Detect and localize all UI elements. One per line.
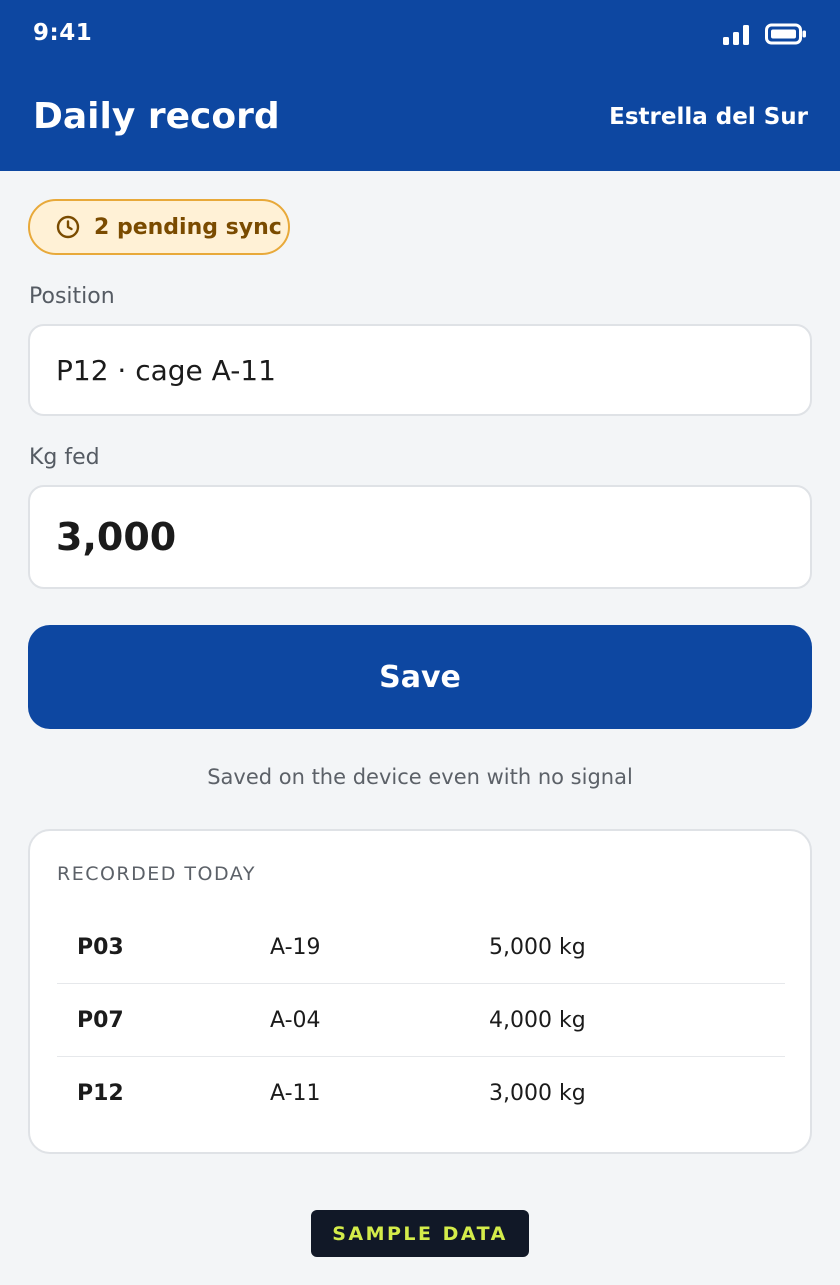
table-row[interactable]: P12 A-11 3,000 kg <box>57 1057 785 1130</box>
table-row[interactable]: P07 A-04 4,000 kg <box>57 984 785 1057</box>
position-field[interactable]: P12 · cage A-11 <box>28 324 812 416</box>
pending-sync-label: 2 pending sync <box>94 214 282 240</box>
row-cage: A-04 <box>270 1007 321 1033</box>
kg-fed-value: 3,000 <box>56 515 177 559</box>
signal-bars-icon <box>723 25 749 45</box>
position-label: Position <box>29 284 115 309</box>
kg-fed-field[interactable]: 3,000 <box>28 485 812 589</box>
battery-icon <box>765 23 806 45</box>
save-button[interactable]: Save <box>28 625 812 729</box>
status-time: 9:41 <box>33 20 93 46</box>
row-kg: 5,000 kg <box>489 934 586 960</box>
table-row[interactable]: P03 A-19 5,000 kg <box>57 911 785 984</box>
app-header: 9:41 Daily record Estrella del Sur <box>0 0 840 171</box>
row-position: P03 <box>77 934 124 960</box>
sample-data-tag: SAMPLE DATA <box>311 1210 529 1257</box>
recorded-today-title: RECORDED TODAY <box>57 863 256 885</box>
row-cage: A-11 <box>270 1081 321 1106</box>
position-value: P12 · cage A-11 <box>56 353 276 387</box>
row-position: P12 <box>77 1081 124 1106</box>
row-kg: 4,000 kg <box>489 1007 586 1033</box>
kg-fed-label: Kg fed <box>29 445 100 470</box>
clock-icon <box>56 215 80 239</box>
page-title: Daily record <box>33 96 280 137</box>
offline-note: Saved on the device even with no signal <box>207 765 633 789</box>
pending-sync-badge[interactable]: 2 pending sync <box>28 199 290 255</box>
row-position: P07 <box>77 1007 124 1033</box>
row-kg: 3,000 kg <box>489 1081 586 1106</box>
recorded-today-card: RECORDED TODAY P03 A-19 5,000 kg P07 A-0… <box>28 829 812 1154</box>
farm-name[interactable]: Estrella del Sur <box>609 104 808 130</box>
status-icons <box>723 22 807 46</box>
row-cage: A-19 <box>270 934 321 960</box>
